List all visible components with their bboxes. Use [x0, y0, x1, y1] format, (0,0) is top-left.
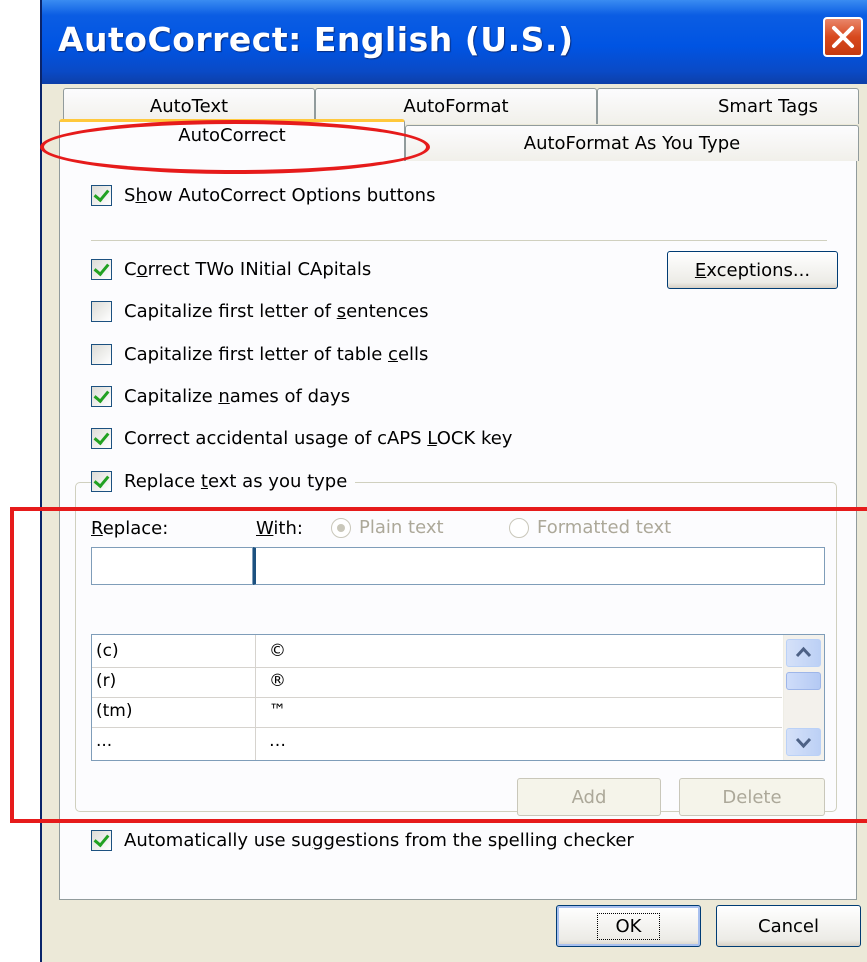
checkbox-label: Capitalize names of days [124, 385, 351, 407]
checkbox-box[interactable] [91, 829, 112, 851]
tab-autoformat-as-you-type[interactable]: AutoFormat As You Type [405, 125, 859, 161]
ok-button[interactable]: OK [556, 905, 701, 947]
annotation-rectangle [10, 507, 867, 823]
checkbox-label: Correct TWo INitial CApitals [124, 258, 372, 280]
checkbox-label: Correct accidental usage of cAPS LOCK ke… [124, 427, 513, 449]
checkbox-box[interactable] [91, 427, 112, 449]
tab-smart-tags[interactable]: Smart Tags [597, 88, 859, 124]
annotation-ellipse [40, 120, 430, 174]
correct-two-initial-capitals-checkbox[interactable]: Correct TWo INitial CApitals [91, 255, 371, 283]
close-button[interactable] [823, 17, 863, 57]
checkbox-label: Replace text as you type [124, 470, 348, 492]
capitalize-sentences-checkbox[interactable]: Capitalize first letter of sentences [91, 297, 428, 325]
show-options-buttons-checkbox[interactable]: Show AutoCorrect Options buttons [91, 181, 435, 209]
title-bar[interactable]: AutoCorrect: English (U.S.) [42, 0, 867, 84]
capitalize-days-checkbox[interactable]: Capitalize names of days [91, 382, 350, 410]
capitalize-table-cells-checkbox[interactable]: Capitalize first letter of table cells [91, 340, 428, 368]
checkbox-box[interactable] [91, 470, 112, 492]
checkbox-label: Capitalize first letter of table cells [124, 343, 429, 365]
checkbox-label: Show AutoCorrect Options buttons [124, 184, 436, 206]
checkbox-box[interactable] [91, 258, 112, 280]
checkbox-box[interactable] [91, 300, 112, 322]
checkbox-box[interactable] [91, 343, 112, 365]
replace-text-checkbox[interactable]: Replace text as you type [91, 467, 356, 495]
close-icon [832, 26, 854, 48]
dialog-title: AutoCorrect: English (U.S.) [58, 20, 574, 59]
checkbox-box[interactable] [91, 184, 112, 206]
spelling-suggestions-checkbox[interactable]: Automatically use suggestions from the s… [91, 826, 634, 854]
cancel-button[interactable]: Cancel [716, 905, 861, 947]
button-label: Exceptions... [694, 259, 811, 281]
exceptions-button[interactable]: Exceptions... [667, 251, 838, 289]
checkbox-box[interactable] [91, 385, 112, 407]
checkbox-label: Capitalize first letter of sentences [124, 300, 429, 322]
caps-lock-checkbox[interactable]: Correct accidental usage of cAPS LOCK ke… [91, 424, 512, 452]
section-divider [91, 240, 827, 241]
checkbox-label: Automatically use suggestions from the s… [124, 829, 634, 851]
